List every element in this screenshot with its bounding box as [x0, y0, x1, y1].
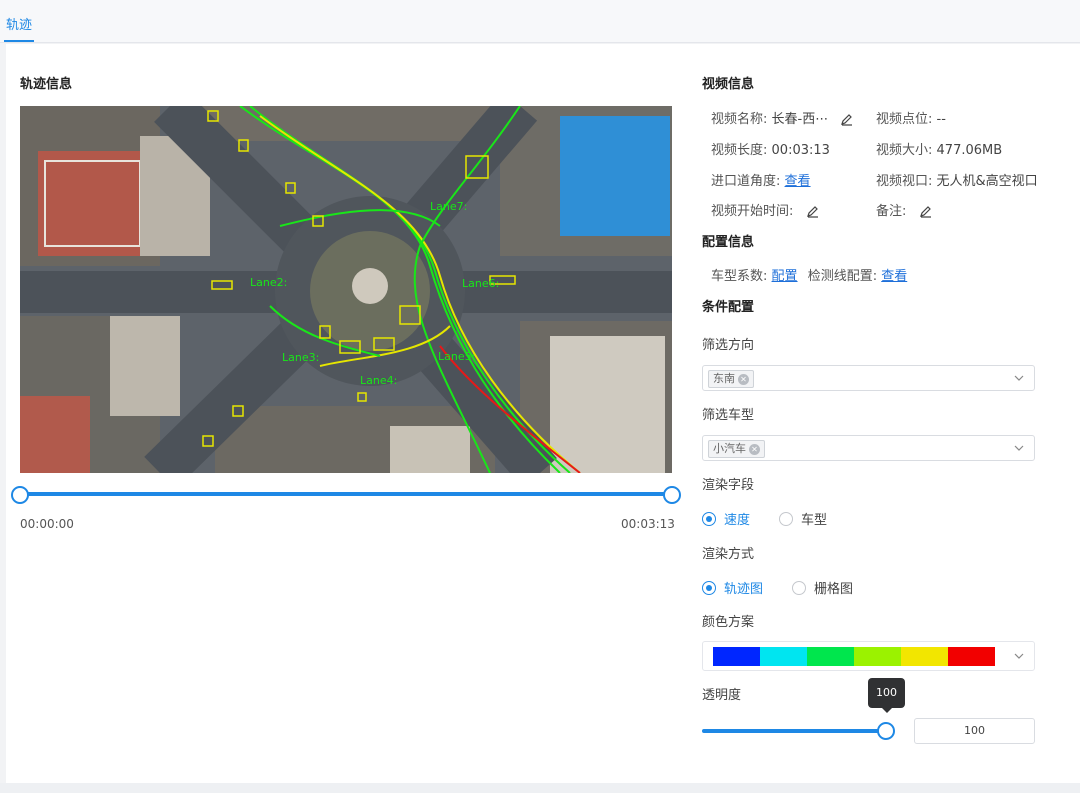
- close-icon[interactable]: ✕: [749, 443, 760, 455]
- color-swatch: [854, 647, 901, 666]
- config-info-title: 配置信息: [702, 235, 755, 250]
- render-mode-grid-radio[interactable]: 栅格图: [792, 578, 853, 597]
- video-name-row: 视频名称: 长春-西⋯: [711, 108, 854, 127]
- edit-icon[interactable]: [919, 205, 933, 219]
- vehicle-tag-label: 小汽车: [713, 442, 746, 455]
- video-start-handle[interactable]: [11, 486, 29, 504]
- lane-label: Lane5:: [438, 350, 475, 363]
- video-end-time: 00:03:13: [621, 517, 675, 531]
- video-start-time-label: 视频开始时间:: [711, 204, 794, 219]
- color-scheme-select[interactable]: [702, 641, 1035, 671]
- vehicle-coef-label: 车型系数:: [711, 269, 768, 284]
- render-field-vehicle-radio[interactable]: 车型: [779, 509, 827, 528]
- video-point-row: 视频点位: --: [876, 108, 946, 127]
- radio-label: 栅格图: [814, 582, 854, 597]
- chevron-down-icon: [1014, 445, 1024, 451]
- tab-trajectory[interactable]: 轨迹: [6, 14, 32, 33]
- opacity-label: 透明度: [702, 688, 742, 703]
- radio-dot: [702, 580, 716, 595]
- video-length-label: 视频长度:: [711, 143, 768, 158]
- color-scheme-label: 颜色方案: [702, 615, 755, 630]
- lane-label: Lane7:: [430, 200, 467, 213]
- video-view-label: 视频视口:: [876, 174, 933, 189]
- opacity-tooltip: 100: [868, 678, 905, 713]
- aerial-roundabout-image: Lane2: Lane3: Lane4: Lane5: Lane6: Lane7…: [20, 106, 672, 473]
- video-end-handle[interactable]: [663, 486, 681, 504]
- approach-angle-row: 进口道角度: 查看: [711, 170, 811, 189]
- color-scheme-swatches: [713, 647, 995, 666]
- video-start-time-row: 视频开始时间:: [711, 200, 820, 219]
- detect-line-view-link[interactable]: 查看: [881, 269, 907, 284]
- detect-line-label: 检测线配置:: [807, 269, 878, 284]
- config-row: 车型系数: 配置 检测线配置: 查看: [711, 265, 907, 284]
- radio-dot: [779, 511, 793, 526]
- color-swatch: [760, 647, 807, 666]
- trajectory-section-title: 轨迹信息: [20, 77, 73, 92]
- chevron-down-icon: [1014, 375, 1024, 381]
- render-field-speed-radio[interactable]: 速度: [702, 509, 750, 528]
- video-size-label: 视频大小:: [876, 143, 933, 158]
- remark-label: 备注:: [876, 204, 907, 219]
- render-mode-label: 渲染方式: [702, 547, 755, 562]
- video-name-value: 长春-西⋯: [771, 112, 829, 127]
- remark-row: 备注:: [876, 200, 933, 219]
- edit-icon[interactable]: [806, 205, 820, 219]
- trajectory-video[interactable]: Lane2: Lane3: Lane4: Lane5: Lane6: Lane7…: [20, 106, 672, 473]
- direction-filter-select[interactable]: 东南 ✕: [702, 365, 1035, 391]
- vehicle-filter-select[interactable]: 小汽车 ✕: [702, 435, 1035, 461]
- active-tab-indicator: [4, 40, 34, 42]
- direction-tag-label: 东南: [713, 372, 735, 385]
- video-point-label: 视频点位:: [876, 112, 933, 127]
- color-swatch: [807, 647, 854, 666]
- video-start-time: 00:00:00: [20, 517, 74, 531]
- radio-label: 轨迹图: [724, 582, 764, 597]
- lane-label: Lane4:: [360, 374, 397, 387]
- opacity-slider-track[interactable]: [702, 729, 886, 733]
- opacity-slider-handle[interactable]: [877, 722, 895, 740]
- video-progress-track[interactable]: [20, 492, 672, 496]
- radio-label: 速度: [724, 513, 751, 528]
- close-icon[interactable]: ✕: [738, 373, 749, 385]
- lane-label: Lane2:: [250, 276, 287, 289]
- vehicle-filter-label: 筛选车型: [702, 408, 755, 423]
- radio-dot: [792, 580, 806, 595]
- vehicle-tag: 小汽车 ✕: [708, 440, 765, 458]
- render-field-label: 渲染字段: [702, 478, 755, 493]
- lane-label: Lane3:: [282, 351, 319, 364]
- video-view-value: 无人机&高空视口: [936, 174, 1038, 189]
- lane-label: Lane6:: [462, 277, 499, 290]
- video-point-value: --: [936, 112, 946, 127]
- condition-config-title: 条件配置: [702, 300, 755, 315]
- approach-angle-label: 进口道角度:: [711, 174, 781, 189]
- render-mode-trajectory-radio[interactable]: 轨迹图: [702, 578, 763, 597]
- video-size-row: 视频大小: 477.06MB: [876, 139, 1002, 158]
- video-name-label: 视频名称:: [711, 112, 768, 127]
- video-length-row: 视频长度: 00:03:13: [711, 139, 830, 158]
- video-view-row: 视频视口: 无人机&高空视口: [876, 170, 1038, 189]
- video-length-value: 00:03:13: [771, 143, 830, 158]
- direction-tag: 东南 ✕: [708, 370, 754, 388]
- video-size-value: 477.06MB: [936, 143, 1003, 158]
- top-tab-bar: 轨迹: [0, 0, 1080, 43]
- color-swatch: [901, 647, 948, 666]
- direction-filter-label: 筛选方向: [702, 338, 755, 353]
- video-info-title: 视频信息: [702, 77, 755, 92]
- bottom-strip: [0, 783, 1080, 793]
- chevron-down-icon: [1014, 653, 1024, 659]
- color-swatch: [713, 647, 760, 666]
- radio-dot: [702, 511, 716, 526]
- color-swatch: [948, 647, 995, 666]
- radio-label: 车型: [801, 513, 828, 528]
- approach-angle-view-link[interactable]: 查看: [785, 174, 811, 189]
- edit-icon[interactable]: [840, 113, 854, 127]
- vehicle-coef-config-link[interactable]: 配置: [772, 269, 798, 284]
- opacity-input[interactable]: 100: [914, 718, 1035, 744]
